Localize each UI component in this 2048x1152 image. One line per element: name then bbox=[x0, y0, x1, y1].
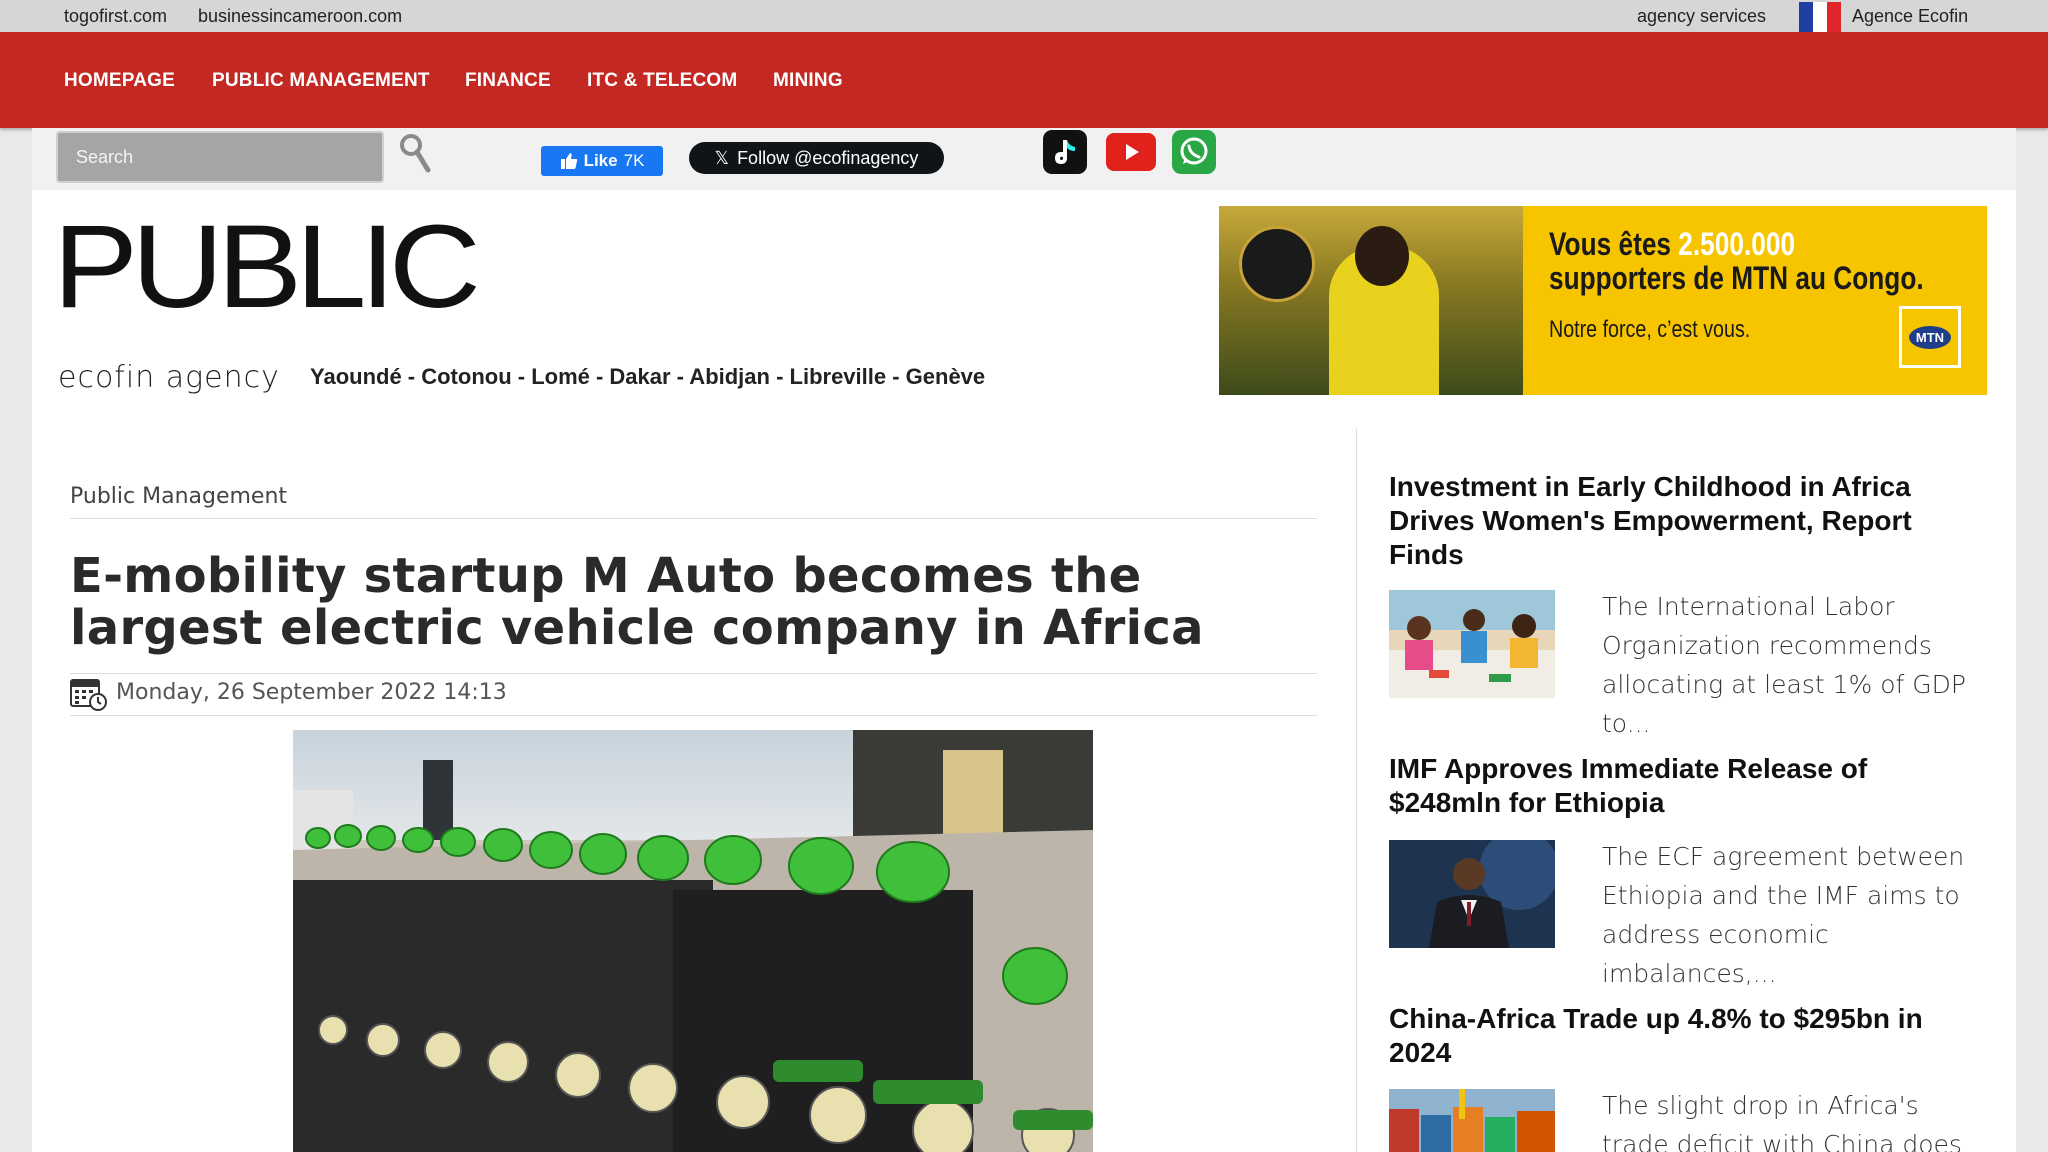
nav-homepage[interactable]: HOMEPAGE bbox=[64, 70, 175, 92]
sidebar-article-title[interactable]: China-Africa Trade up 4.8% to $295bn in … bbox=[1389, 1002, 1969, 1070]
x-follow-label: Follow @ecofinagency bbox=[737, 147, 919, 168]
main-nav: HOMEPAGE PUBLIC MANAGEMENT FINANCE ITC &… bbox=[0, 32, 2048, 128]
sidebar-thumbnail[interactable] bbox=[1389, 840, 1555, 948]
search-input[interactable] bbox=[58, 133, 382, 182]
calendar-icon bbox=[70, 676, 108, 712]
mtn-logo-icon: MTN bbox=[1899, 306, 1961, 368]
french-flag-icon[interactable] bbox=[1799, 2, 1841, 32]
divider bbox=[70, 518, 1317, 519]
sidebar-thumbnail[interactable] bbox=[1389, 590, 1555, 698]
cities-list: Yaoundé - Cotonou - Lomé - Dakar - Abidj… bbox=[310, 364, 986, 389]
sidebar-article-excerpt: The ECF agreement between Ethiopia and t… bbox=[1602, 842, 1965, 988]
top-utility-bar: togofirst.com businessincameroon.com age… bbox=[0, 0, 2048, 32]
x-follow-button[interactable]: 𝕏 Follow @ecofinagency bbox=[689, 142, 944, 174]
sidebar-thumbnail[interactable] bbox=[1389, 1089, 1555, 1152]
togofirst-link[interactable]: togofirst.com bbox=[64, 6, 167, 27]
article-category[interactable]: Public Management bbox=[70, 484, 287, 509]
ecofin-agency-logo[interactable]: ecofin agency bbox=[58, 360, 280, 395]
public-logo[interactable]: PUBLIC bbox=[53, 208, 481, 326]
mtn-ad-banner[interactable]: Vous êtes 2.500.000 supporters de MTN au… bbox=[1219, 206, 1987, 395]
agency-services-link[interactable]: agency services bbox=[1637, 6, 1766, 27]
like-count: 7K bbox=[623, 151, 645, 170]
sidebar-article-title[interactable]: IMF Approves Immediate Release of $248ml… bbox=[1389, 752, 1969, 820]
sidebar-article-excerpt: The International Labor Organization rec… bbox=[1602, 592, 1966, 738]
like-label: Like bbox=[583, 151, 618, 170]
article-title: E-mobility startup M Auto becomes the la… bbox=[70, 548, 1204, 656]
column-divider bbox=[1356, 428, 1357, 1152]
whatsapp-icon[interactable] bbox=[1172, 130, 1216, 174]
nav-itc-telecom[interactable]: ITC & TELECOM bbox=[587, 70, 737, 92]
ad-tagline: Notre force, c’est vous. bbox=[1549, 316, 1751, 343]
nav-finance[interactable]: FINANCE bbox=[465, 70, 551, 92]
tiktok-icon[interactable] bbox=[1043, 130, 1087, 174]
sidebar-article-title[interactable]: Investment in Early Childhood in Africa … bbox=[1389, 470, 1969, 572]
youtube-icon[interactable] bbox=[1106, 133, 1156, 171]
sidebar-article-excerpt: The slight drop in Africa's trade defici… bbox=[1602, 1091, 1962, 1152]
nav-mining[interactable]: MINING bbox=[773, 70, 843, 92]
search-icon[interactable] bbox=[398, 132, 432, 174]
article-date: Monday, 26 September 2022 14:13 bbox=[116, 680, 507, 705]
search-box bbox=[56, 131, 384, 183]
ad-seal-icon bbox=[1239, 226, 1315, 302]
facebook-like-button[interactable]: Like 7K bbox=[541, 146, 663, 176]
divider bbox=[70, 715, 1317, 716]
thumbs-up-icon bbox=[560, 153, 577, 169]
businessincameroon-link[interactable]: businessincameroon.com bbox=[198, 6, 402, 27]
ad-player-head bbox=[1355, 226, 1409, 286]
x-logo-icon: 𝕏 bbox=[714, 147, 730, 168]
article-hero-image bbox=[293, 730, 1093, 1152]
nav-public-management[interactable]: PUBLIC MANAGEMENT bbox=[212, 70, 430, 92]
divider bbox=[70, 673, 1317, 674]
ad-headline: Vous êtes 2.500.000 supporters de MTN au… bbox=[1549, 226, 1924, 296]
agence-ecofin-link[interactable]: Agence Ecofin bbox=[1852, 6, 1968, 27]
